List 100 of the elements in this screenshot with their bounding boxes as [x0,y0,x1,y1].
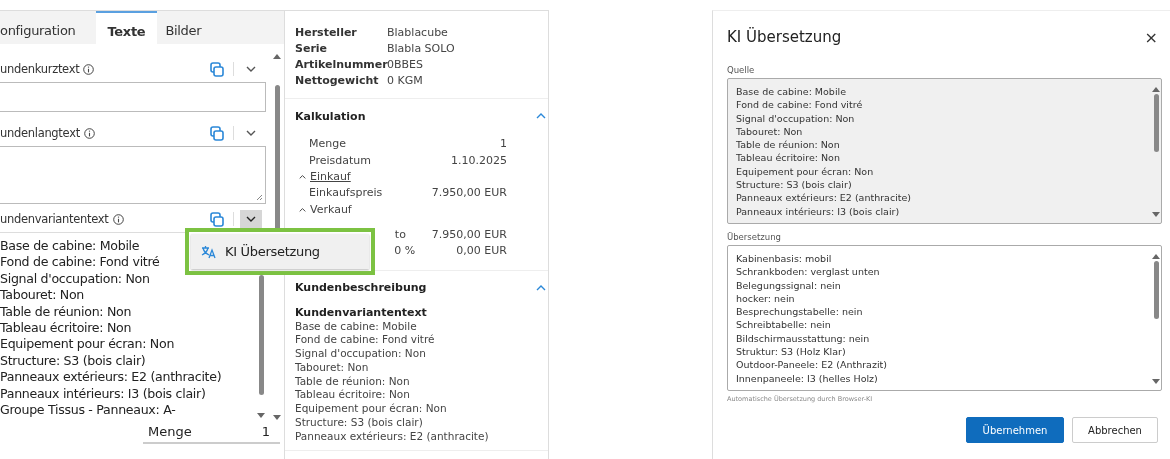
text-line: Belegungssignal: nein [736,278,842,292]
cancel-button[interactable]: Abbrechen [1072,417,1158,443]
chevron-down-icon [246,130,256,136]
text-line: hocker: nein [736,291,796,306]
text-line: Groupe Tissus - Panneaux: A- [0,402,176,419]
attribute-label: Hersteller [295,25,358,40]
text-line: Struktur: S3 (Holz Klar) [736,345,847,359]
dialog-title: KI Übersetzung [727,28,842,46]
text-line: Signal d'occupation: Non [736,111,856,125]
text-line: Signal d'occupation: Non [0,270,150,288]
close-button[interactable]: × [1140,27,1162,47]
text-area[interactable] [727,245,1162,391]
dropdown-button[interactable] [240,210,262,228]
text-line: Tabouret: Non [295,360,370,375]
field-label: undenvariantentext [0,212,109,226]
info-icon [83,127,95,139]
group-toggle[interactable]: Einkauf [295,169,351,184]
row-value: 7.950,00 EUR [431,185,507,201]
text-line: Fond de cabine: Fond vitré [0,254,160,271]
section-title: Kundenbeschreibung [295,281,427,294]
text-line: Fond de cabine: Fond vitré [295,333,436,348]
text-line: Tableau écritoire: Non [295,388,411,403]
text-line: Structure: S3 (bois clair) [736,178,853,192]
text-line: Panneaux intérieurs: I3 (bois clair) [0,385,206,403]
text-line: Equipement pour écran: Non [295,402,448,417]
row-label: Einkaufspreis [309,185,383,201]
text-line: Signal d'occupation: Non [295,347,427,361]
subsection-title: Kundenvariantentext [295,304,428,320]
tab[interactable]: Texte [95,11,158,44]
text-line: Panneaux extérieurs: E2 (anthracite) [0,369,222,386]
chevron-down-icon [246,66,256,72]
row-value: 0,00 EUR [456,243,507,259]
text-line: Table de réunion: Non [0,303,132,321]
copy-icon [210,125,224,141]
collapse-button[interactable] [534,113,548,119]
text-line: Base de cabine: Mobile [0,238,140,255]
row-label: Preisdatum [309,152,372,169]
text-line: Innenpaneele: I3 (helles Holz) [736,371,879,385]
attribute-label: Serie [295,41,329,56]
field-label: undenlangtext [0,126,80,140]
chevron-down-icon [246,216,256,222]
attribute-value: 0BBES [387,57,425,72]
tab[interactable]: Bilder [157,11,214,44]
field-label: Übersetzung [727,232,782,242]
info-icon [112,213,124,225]
attribute-label: Nettogewicht [295,73,380,88]
copy-button[interactable] [209,210,225,228]
field-label: undenkurztext [0,62,80,76]
text-line: Tabouret: Non [0,287,85,304]
apply-button[interactable]: Übernehmen [966,417,1064,443]
text-line: Base de cabine: Mobile [295,319,418,334]
row-value: 7.950,00 EUR [431,226,507,243]
text-line: Bildschirmausstattung: nein [736,331,871,346]
text-line: Fond de cabine: Fond vitré [736,98,864,112]
attribute-value: 0 KGM [387,73,424,88]
copy-icon [210,61,224,77]
text-line: Schreibtabelle: nein [736,318,832,332]
text-area[interactable] [727,78,1162,224]
text-line: Panneaux extérieurs: E2 (anthracite) [295,429,490,444]
row-percent: 0 % [394,243,417,259]
group-toggle[interactable]: Verkauf [295,201,352,217]
text-line: Kabinenbasis: mobil [736,252,833,266]
attribute-value: Blabla SOLO [387,41,456,56]
menu-item[interactable]: KI Übersetzung [191,234,369,269]
chevron-up-icon [536,113,546,119]
tab[interactable]: onfiguration [0,11,96,44]
text-line: Table de réunion: Non [736,138,841,152]
copy-button[interactable] [209,60,225,78]
info-icon [83,63,95,75]
text-line: Equipement pour écran: Non [736,164,875,179]
collapse-button[interactable] [534,284,548,291]
row-label: Menge [309,136,347,152]
text-line: Besprechungstabelle: nein [736,305,864,319]
copy-button[interactable] [209,124,225,142]
quantity-value: 1 [261,423,271,439]
text-line: Structure: S3 (bois clair) [295,416,424,430]
text-line: Tabouret: Non [736,124,804,139]
attribute-label: Artikelnummer [295,57,387,72]
row-value: 1 [500,136,507,152]
chevron-up-icon [299,206,306,213]
row-value: 1.10.2025 [451,152,507,169]
quantity-label: Menge [147,423,193,439]
text-line: Tableau écritoire: Non [736,151,841,165]
field-label: Quelle [727,65,756,75]
text-line: Structure: S3 (bois clair) [0,352,146,370]
chevron-up-icon [536,284,546,291]
text-line: Schrankboden: verglast unten [736,265,881,279]
text-line: Table de réunion: Non [295,374,411,389]
resize-handle-icon [256,194,263,201]
text-field[interactable] [0,82,266,112]
text-line: Base de cabine: Mobile [736,85,847,99]
attribute-value: Blablacube [387,25,449,40]
chevron-up-icon [299,174,306,180]
text-line: Panneaux intérieurs: I3 (bois clair) [736,204,901,218]
text-line: Outdoor-Paneele: E2 (Anthrazit) [736,358,888,372]
section-title: Kalkulation [295,109,366,123]
row-label: to [393,226,407,243]
text-line: Panneaux extérieurs: E2 (anthracite) [736,191,913,205]
translate-icon [201,244,217,259]
text-line: Tableau écritoire: Non [0,320,132,337]
